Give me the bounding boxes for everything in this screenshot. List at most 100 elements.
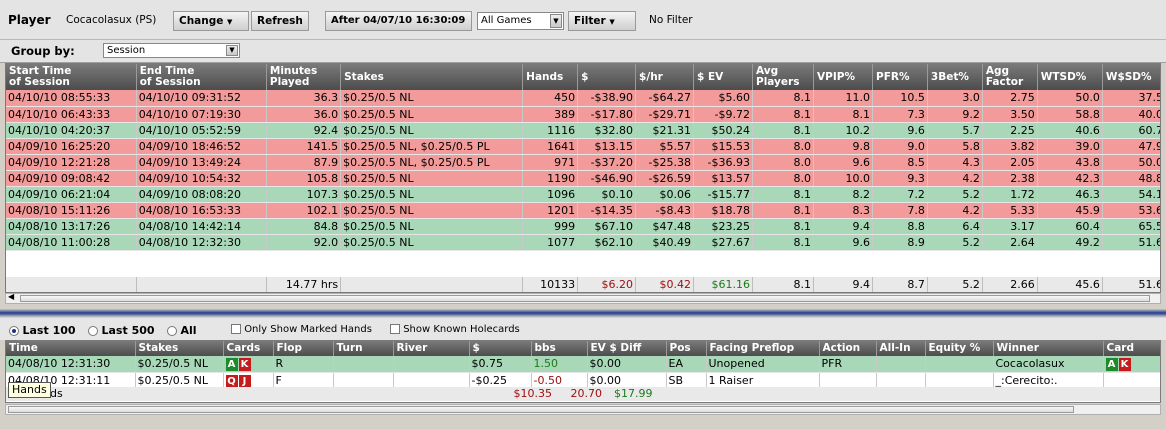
- hand-cell: 04/08/10 12:31:30: [6, 356, 136, 373]
- session-cell: $62.10: [577, 234, 637, 251]
- column-header[interactable]: Action: [819, 341, 877, 356]
- hand-row[interactable]: 04/08/10 12:31:30 $0.25/0.5 NL A K R $0.75 1.5…: [6, 356, 1160, 373]
- session-row[interactable]: 04/09/10 06:21:04 04/09/10 08:08:20 107.3 $…: [6, 186, 1160, 203]
- column-header[interactable]: EV $ Diff: [587, 341, 667, 356]
- card-icon: A: [1105, 358, 1118, 371]
- column-header[interactable]: VPIP%: [813, 64, 873, 90]
- column-header[interactable]: bbs: [531, 341, 588, 356]
- refresh-button[interactable]: Refresh: [251, 11, 309, 31]
- column-header[interactable]: PFR%: [872, 64, 928, 90]
- session-cell: 11.0: [813, 90, 873, 107]
- tooltip: Hands: [8, 382, 51, 398]
- session-cell: 5.33: [982, 202, 1038, 219]
- hand-row[interactable]: 04/08/10 12:31:11 $0.25/0.5 NL Q J F -$0.25 -0…: [6, 372, 1160, 389]
- column-header[interactable]: Stakes: [135, 341, 224, 356]
- column-header[interactable]: 3Bet%: [927, 64, 983, 90]
- scroll-left-icon[interactable]: ◀: [8, 292, 14, 301]
- session-cell: 36.3: [266, 90, 342, 107]
- session-cell: 8.9: [872, 234, 928, 251]
- session-cell: 389: [522, 106, 579, 123]
- total-cell: 14.77 hrs: [266, 277, 342, 292]
- column-header[interactable]: $ EV: [693, 64, 753, 90]
- total-cell: 8.7: [872, 277, 928, 292]
- last100-option[interactable]: Last 100: [9, 324, 76, 337]
- scroll-thumb[interactable]: [8, 406, 1074, 413]
- column-header[interactable]: WTSD%: [1037, 64, 1103, 90]
- session-row[interactable]: 04/10/10 06:43:33 04/10/10 07:19:30 36.0 $0…: [6, 106, 1160, 123]
- total-cell: $61.16: [693, 277, 753, 292]
- column-header[interactable]: Cards: [223, 341, 274, 356]
- session-cell: 58.8: [1037, 106, 1103, 123]
- hands-totals-row: Hands $10.35 20.70 $17.99: [6, 387, 1160, 401]
- session-row[interactable]: 04/10/10 08:55:33 04/10/10 09:31:52 36.3 $0…: [6, 90, 1160, 107]
- last500-option[interactable]: Last 500: [88, 324, 155, 337]
- session-cell: $21.31: [635, 122, 695, 139]
- session-row[interactable]: 04/09/10 12:21:28 04/09/10 13:49:24 87.9 $0…: [6, 154, 1160, 171]
- session-cell: 3.0: [927, 90, 983, 107]
- sessions-horizontal-scrollbar[interactable]: ◀: [5, 292, 1161, 304]
- session-cell: 5.2: [927, 186, 983, 203]
- session-row[interactable]: 04/09/10 09:08:42 04/09/10 10:54:32 105.8 $…: [6, 170, 1160, 187]
- marked-hands-checkbox[interactable]: Only Show Marked Hands: [231, 324, 372, 335]
- session-cell: -$14.35: [577, 202, 637, 219]
- column-header[interactable]: $: [577, 64, 637, 90]
- session-cell: 8.8: [872, 218, 928, 235]
- session-cell: 105.8: [266, 170, 342, 187]
- column-header[interactable]: End Time of Session: [136, 64, 267, 90]
- column-header[interactable]: Turn: [333, 341, 394, 356]
- column-header[interactable]: Flop: [273, 341, 334, 356]
- column-header[interactable]: Minutes Played: [266, 64, 342, 90]
- session-cell: 47.9: [1102, 138, 1160, 155]
- session-row[interactable]: 04/10/10 04:20:37 04/10/10 05:52:59 92.4 $0…: [6, 122, 1160, 139]
- session-cell: 87.9: [266, 154, 342, 171]
- column-header[interactable]: W$SD%: [1102, 64, 1160, 90]
- session-cell: $47.48: [635, 218, 695, 235]
- column-header[interactable]: Agg Factor: [982, 64, 1038, 90]
- column-header[interactable]: All-In: [876, 341, 926, 356]
- session-cell: 450: [522, 90, 579, 107]
- session-cell: 6.4: [927, 218, 983, 235]
- group-by-select[interactable]: Session ▼: [103, 43, 240, 58]
- session-cell: 04/08/10 11:00:28: [6, 234, 137, 251]
- column-header[interactable]: $: [469, 341, 532, 356]
- session-cell: 9.8: [813, 138, 873, 155]
- column-header[interactable]: $/hr: [635, 64, 695, 90]
- session-row[interactable]: 04/09/10 16:25:20 04/09/10 18:46:52 141.5 $…: [6, 138, 1160, 155]
- column-header[interactable]: Equity %: [925, 341, 994, 356]
- all-option[interactable]: All: [167, 324, 197, 337]
- hand-cell: $0.00: [587, 356, 667, 373]
- column-header[interactable]: Pos: [666, 341, 707, 356]
- total-cell: [6, 277, 137, 292]
- column-header[interactable]: Winner: [993, 341, 1104, 356]
- games-select[interactable]: All Games ▼: [477, 12, 564, 30]
- session-cell: $0.25/0.5 NL: [340, 186, 524, 203]
- session-cell: $15.53: [693, 138, 753, 155]
- column-header[interactable]: Time: [6, 341, 136, 356]
- session-row[interactable]: 04/08/10 15:11:26 04/08/10 16:53:33 102.1 $…: [6, 202, 1160, 219]
- column-header[interactable]: Hands: [522, 64, 579, 90]
- session-cell: 2.38: [982, 170, 1038, 187]
- scroll-thumb[interactable]: [20, 295, 1150, 302]
- session-cell: 04/09/10 08:08:20: [136, 186, 267, 203]
- session-cell: $67.10: [577, 218, 637, 235]
- radio-icon: [167, 326, 177, 336]
- session-row[interactable]: 04/08/10 13:17:26 04/08/10 14:42:14 84.8 $0…: [6, 218, 1160, 235]
- hands-horizontal-scrollbar[interactable]: [5, 404, 1161, 415]
- date-filter-button[interactable]: After 04/07/10 16:30:09: [325, 11, 472, 31]
- column-header[interactable]: Card: [1103, 341, 1160, 356]
- session-row[interactable]: 04/08/10 11:00:28 04/08/10 12:32:30 92.0 $0…: [6, 234, 1160, 251]
- player-name: Cocacolasux (PS): [66, 14, 157, 26]
- column-header[interactable]: Avg Players: [752, 64, 815, 90]
- session-cell: 04/10/10 07:19:30: [136, 106, 267, 123]
- filter-button[interactable]: Filter ▼: [568, 11, 636, 31]
- pane-splitter[interactable]: [0, 309, 1166, 317]
- column-header[interactable]: Stakes: [340, 64, 524, 90]
- session-cell: 37.5: [1102, 90, 1160, 107]
- session-cell: $0.25/0.5 NL: [340, 170, 524, 187]
- holecards-checkbox[interactable]: Show Known Holecards: [390, 324, 520, 335]
- column-header[interactable]: River: [393, 341, 470, 356]
- change-button[interactable]: Change ▼: [173, 11, 249, 31]
- column-header[interactable]: Facing Preflop: [706, 341, 820, 356]
- column-header[interactable]: Start Time of Session: [6, 64, 137, 90]
- hand-cell: [876, 372, 926, 389]
